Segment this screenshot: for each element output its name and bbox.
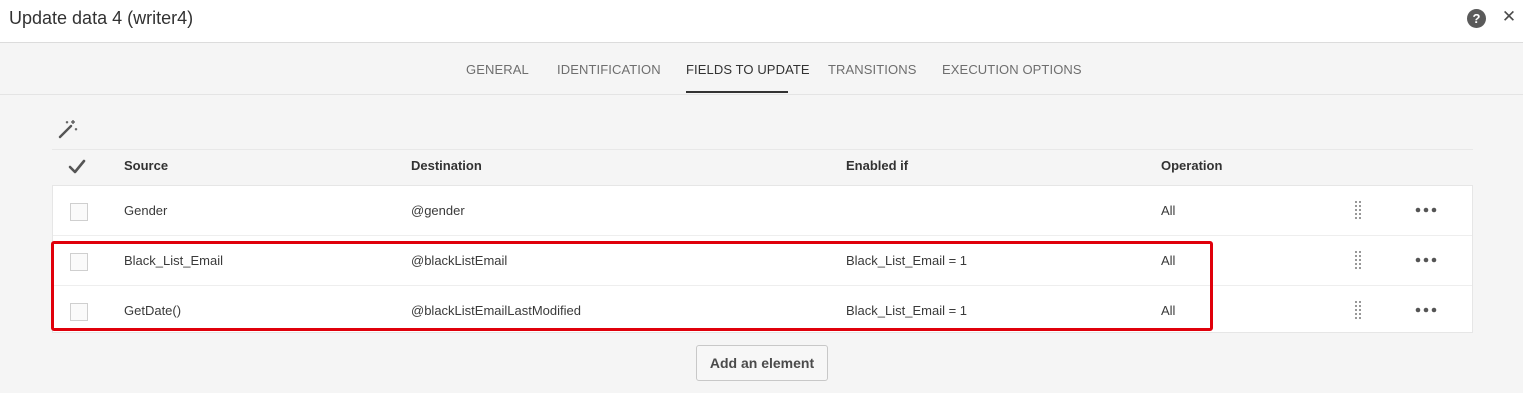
column-header-destination: Destination — [411, 158, 482, 173]
row-checkbox[interactable] — [70, 253, 88, 271]
column-header-source: Source — [124, 158, 169, 173]
drag-handle-icon[interactable] — [1353, 200, 1363, 222]
more-options-icon[interactable] — [1415, 203, 1437, 217]
select-all-checkmark-icon[interactable] — [68, 158, 86, 176]
close-icon[interactable]: ✕ — [1500, 7, 1518, 27]
drag-handle-icon[interactable] — [1353, 250, 1363, 272]
row-destination: @blackListEmail — [411, 253, 508, 268]
magic-wand-icon[interactable] — [58, 119, 78, 139]
row-source: Gender — [124, 203, 168, 218]
tab-execution-options[interactable]: EXECUTION OPTIONS — [942, 62, 1082, 77]
row-destination: @blackListEmailLastModified — [411, 303, 581, 318]
grid-header: Source Destination Enabled if Operation — [52, 149, 1473, 185]
tab-bar: GENERAL IDENTIFICATION FIELDS TO UPDATE … — [0, 43, 1523, 95]
help-icon[interactable]: ? — [1467, 9, 1486, 28]
add-element-button[interactable]: Add an element — [696, 345, 828, 381]
row-operation: All — [1161, 303, 1176, 318]
tab-identification[interactable]: IDENTIFICATION — [557, 62, 661, 77]
row-source: Black_List_Email — [124, 253, 223, 268]
row-checkbox[interactable] — [70, 203, 88, 221]
row-operation: All — [1161, 253, 1176, 268]
tab-general[interactable]: GENERAL — [466, 62, 529, 77]
row-enabled-if: Black_List_Email = 1 — [846, 253, 968, 268]
active-tab-indicator — [686, 91, 788, 93]
more-options-icon[interactable] — [1415, 253, 1437, 267]
column-header-operation: Operation — [1161, 158, 1223, 173]
dialog-title: Update data 4 (writer4) — [9, 8, 194, 28]
table-row[interactable]: GetDate() @blackListEmailLastModified Bl… — [53, 286, 1472, 334]
fields-table: Gender @gender All Black_List_Email @bla… — [52, 185, 1473, 333]
table-row[interactable]: Black_List_Email @blackListEmail Black_L… — [53, 236, 1472, 286]
table-row[interactable]: Gender @gender All — [53, 186, 1472, 236]
row-checkbox[interactable] — [70, 303, 88, 321]
row-operation: All — [1161, 203, 1176, 218]
dialog-header: Update data 4 (writer4) ? ✕ — [0, 0, 1523, 43]
tab-fields-to-update[interactable]: FIELDS TO UPDATE — [686, 62, 810, 77]
row-enabled-if: Black_List_Email = 1 — [846, 303, 968, 318]
row-source: GetDate() — [124, 303, 182, 318]
drag-handle-icon[interactable] — [1353, 300, 1363, 322]
more-options-icon[interactable] — [1415, 303, 1437, 317]
row-destination: @gender — [411, 203, 465, 218]
column-header-enabled-if: Enabled if — [846, 158, 909, 173]
tab-transitions[interactable]: TRANSITIONS — [828, 62, 917, 77]
